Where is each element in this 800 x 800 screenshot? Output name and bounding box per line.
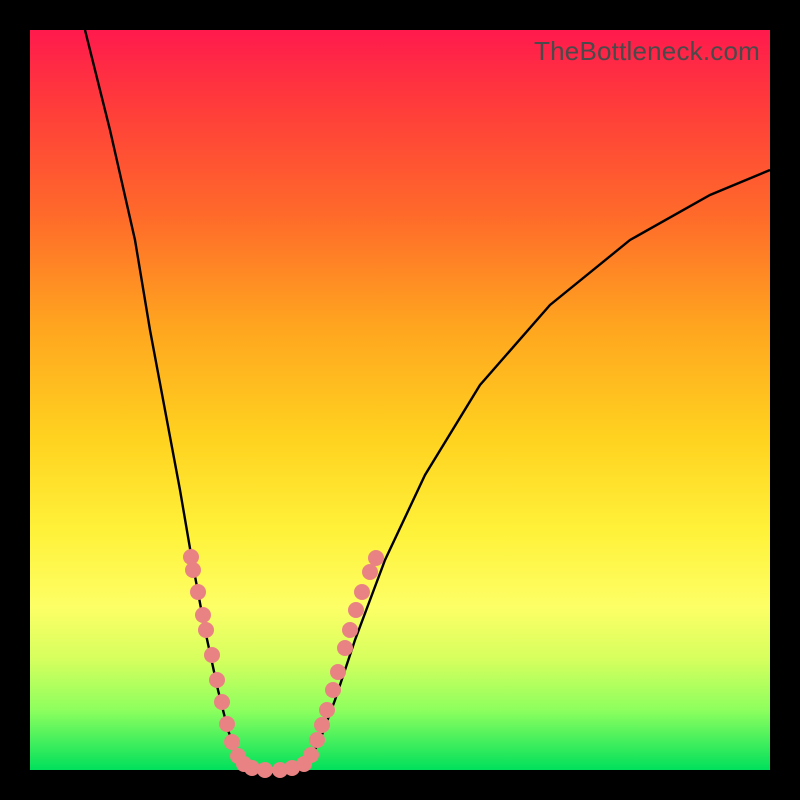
data-dot <box>354 584 370 600</box>
watermark-label: TheBottleneck.com <box>534 36 760 67</box>
data-dot <box>342 622 358 638</box>
chart-frame: TheBottleneck.com <box>30 30 770 770</box>
data-dot <box>368 550 384 566</box>
data-dot <box>309 732 325 748</box>
data-dot <box>185 562 201 578</box>
data-dot <box>325 682 341 698</box>
data-dot <box>190 584 206 600</box>
data-dot <box>214 694 230 710</box>
data-dot <box>219 716 235 732</box>
curve-right <box>308 170 770 763</box>
chart-svg <box>30 30 770 770</box>
data-dot <box>330 664 346 680</box>
data-dot <box>348 602 364 618</box>
data-dot <box>257 762 273 778</box>
data-dot <box>209 672 225 688</box>
data-dot <box>303 747 319 763</box>
data-dot <box>195 607 211 623</box>
data-dot <box>198 622 214 638</box>
data-dot <box>224 734 240 750</box>
data-dot <box>362 564 378 580</box>
data-dot <box>314 717 330 733</box>
data-dot <box>337 640 353 656</box>
data-dot <box>204 647 220 663</box>
data-dot <box>319 702 335 718</box>
